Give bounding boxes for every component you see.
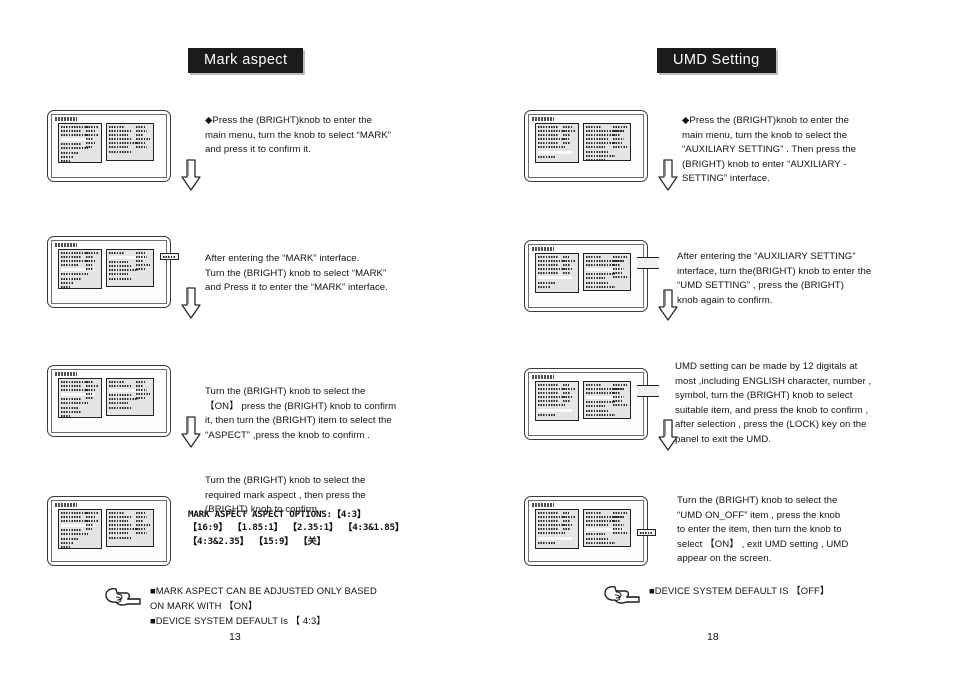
pointing-hand-icon [103, 583, 143, 609]
mark-aspect-options-list: MARK ASPECT ASPECT OPTIONS:【4:3】 【16:9】 … [188, 509, 404, 547]
down-arrow-icon-mark-2 [180, 286, 202, 320]
osd-submenu-values [136, 512, 152, 537]
osd-screenshot-umd-4 [524, 496, 656, 566]
osd-menu-values [85, 252, 100, 272]
osd-menu-pane-secondary [106, 123, 154, 161]
step-text-umd-2: After entering the “AUXILIARY SETTING” i… [677, 251, 872, 306]
step-text-umd-4: Turn the (BRIGHT) knob to select the “UM… [677, 495, 849, 565]
osd-menu-pane-primary [58, 378, 102, 418]
osd-menu-values [85, 512, 100, 532]
osd-menu-pane-secondary [583, 509, 631, 547]
step-text-mark-1: ◆Press the (BRIGHT)knob to enter the mai… [205, 115, 392, 156]
osd-screenshot-umd-2 [524, 240, 659, 312]
osd-screenshot-mark-3 [47, 365, 171, 437]
monitor-frame [51, 240, 179, 304]
osd-popup-value [637, 385, 659, 397]
osd-submenu-values [613, 126, 629, 151]
column-umd-setting: UMD Setting ◆Press the (BRIGHT)knob to e… [477, 0, 954, 676]
osd-menu-pane-primary [535, 381, 579, 421]
osd-popup-value [637, 529, 656, 536]
osd-menu-values [562, 256, 577, 276]
osd-menu-values [562, 512, 577, 532]
osd-popup-rows [640, 532, 653, 534]
osd-menu-values [562, 126, 577, 146]
osd-header-strip [532, 503, 554, 507]
osd-menu-values [85, 381, 100, 401]
down-arrow-icon-mark-1 [180, 158, 202, 192]
osd-menu-pane-primary [58, 509, 102, 549]
section-banner-umd-setting: UMD Setting [657, 48, 776, 73]
osd-submenu-values [136, 381, 152, 401]
osd-header-strip [55, 503, 77, 507]
osd-screenshot-mark-2 [47, 236, 179, 308]
osd-header-strip [532, 117, 554, 121]
down-arrow-icon-umd-3 [657, 418, 679, 452]
osd-menu-pane-secondary [583, 381, 631, 419]
monitor-frame [528, 114, 644, 178]
footer-note-mark-aspect: ■MARK ASPECT CAN BE ADJUSTED ONLY BASED … [150, 585, 377, 626]
osd-menu-pane-secondary [106, 249, 154, 287]
footer-note-umd-setting: ■DEVICE SYSTEM DEFAULT IS 【OFF】 [649, 585, 830, 596]
osd-submenu-values [613, 512, 629, 537]
osd-menu-pane-secondary [583, 253, 631, 291]
manual-page: Mark aspect ◆Press the (BRIGHT)knob to e… [0, 0, 954, 676]
osd-screenshot-umd-3 [524, 368, 659, 440]
monitor-frame [528, 244, 659, 308]
osd-header-strip [55, 372, 77, 376]
page-number-right: 18 [707, 631, 719, 643]
osd-popup-rows [163, 256, 176, 258]
osd-header-strip [55, 117, 77, 121]
down-arrow-icon-mark-3 [180, 415, 202, 449]
osd-menu-pane-secondary [583, 123, 631, 161]
osd-menu-values [562, 384, 577, 404]
section-banner-mark-aspect: Mark aspect [188, 48, 304, 73]
monitor-frame [528, 500, 656, 562]
osd-menu-values [85, 126, 100, 151]
column-mark-aspect: Mark aspect ◆Press the (BRIGHT)knob to e… [0, 0, 477, 676]
down-arrow-icon-umd-2 [657, 288, 679, 322]
osd-submenu-values [613, 384, 629, 409]
osd-menu-pane-primary [535, 509, 579, 549]
osd-screenshot-mark-4 [47, 496, 171, 566]
osd-screenshot-mark-1 [47, 110, 171, 182]
osd-menu-pane-secondary [106, 378, 154, 416]
step-text-mark-2: After entering the “MARK” interface. Tur… [205, 253, 388, 294]
step-text-umd-3: UMD setting can be made by 12 digitals a… [675, 361, 872, 445]
osd-submenu-values [136, 252, 152, 272]
osd-screenshot-umd-1 [524, 110, 648, 182]
osd-menu-pane-primary [535, 253, 579, 293]
pointing-hand-icon [602, 581, 642, 607]
step-text-mark-3: Turn the (BRIGHT) knob to select the 【ON… [205, 386, 397, 441]
osd-popup-value [637, 257, 659, 269]
osd-menu-pane-primary [535, 123, 579, 163]
osd-header-strip [55, 243, 77, 247]
osd-submenu-values [136, 126, 152, 151]
step-text-umd-1: ◆Press the (BRIGHT)knob to enter the mai… [682, 115, 857, 185]
down-arrow-icon-umd-1 [657, 158, 679, 192]
osd-popup-value [160, 253, 179, 260]
osd-submenu-values [613, 256, 629, 281]
monitor-frame [51, 500, 167, 562]
monitor-frame [51, 114, 167, 178]
osd-header-strip [532, 247, 554, 251]
monitor-frame [51, 369, 167, 433]
osd-menu-pane-secondary [106, 509, 154, 547]
osd-menu-pane-primary [58, 123, 102, 163]
osd-header-strip [532, 375, 554, 379]
page-number-left: 13 [229, 631, 241, 643]
osd-menu-pane-primary [58, 249, 102, 289]
monitor-frame [528, 372, 659, 436]
